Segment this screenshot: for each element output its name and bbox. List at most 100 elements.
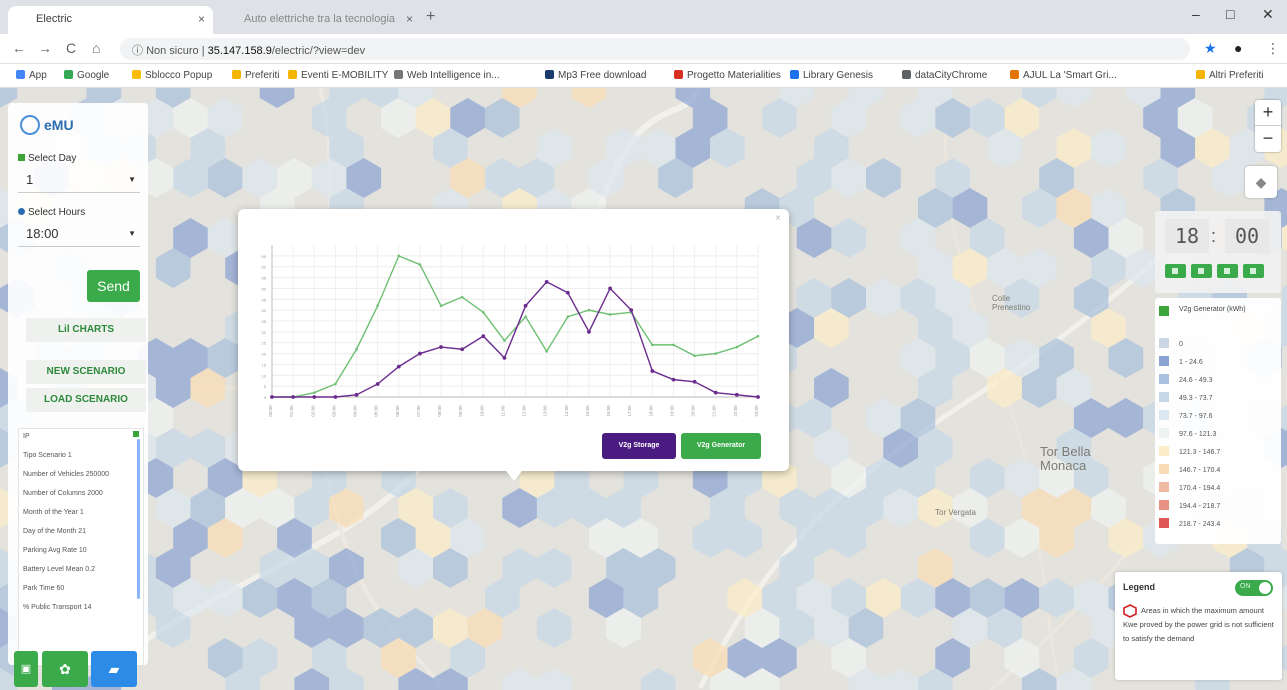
zoom-out-button[interactable]: − xyxy=(1255,126,1281,152)
time-prev-button[interactable] xyxy=(1165,264,1186,278)
checkbox-icon[interactable] xyxy=(133,431,139,437)
bookmark-item[interactable]: Web Intelligence in... xyxy=(394,70,500,81)
settings-button[interactable]: ✿ xyxy=(42,651,88,687)
new-scenario-button[interactable]: NEW SCENARIO xyxy=(26,360,146,384)
star-icon[interactable]: ★ xyxy=(1204,40,1217,57)
control-sidebar: eMU Select Day 1 ▼ Select Hours 18:00 ▼ Li… xyxy=(8,103,148,666)
bookmark-item[interactable]: Eventi E-MOBILITY xyxy=(288,70,388,81)
close-tab-icon[interactable]: × xyxy=(406,12,413,26)
series-point-0 xyxy=(714,352,718,355)
time-next-button[interactable] xyxy=(1243,264,1264,278)
map-hexagon[interactable] xyxy=(866,158,901,198)
home-button[interactable]: ⌂ xyxy=(92,40,100,56)
load-scenario-button[interactable]: LOAD SCENARIO xyxy=(26,388,146,412)
legend-bin: 73.7 - 97.6 xyxy=(1159,410,1212,420)
bookmark-item[interactable]: Sblocco Popup xyxy=(132,70,212,81)
minimize-button[interactable]: – xyxy=(1192,6,1200,22)
time-stop-button[interactable] xyxy=(1217,264,1238,278)
zoom-in-button[interactable]: + xyxy=(1255,100,1281,126)
map-hexagon[interactable] xyxy=(259,88,295,108)
layers-button[interactable]: ◆ xyxy=(1245,166,1277,198)
series-point-0 xyxy=(545,350,548,353)
legend-swatch xyxy=(1159,338,1169,348)
reload-button[interactable]: C xyxy=(66,40,76,56)
bookmark-item[interactable]: Progetto Materialities xyxy=(674,70,781,81)
series-point-0 xyxy=(756,334,760,338)
bookmarks-bar: App Google Sblocco Popup Preferiti Eventi E-… xyxy=(0,64,1287,88)
map-hexagon[interactable] xyxy=(502,668,537,690)
map-hexagon[interactable] xyxy=(571,88,607,108)
scenario-parameter-list[interactable]: IP Tipo Scenario 1 Number of Vehicles 2500… xyxy=(18,428,144,666)
bookmark-item[interactable]: App xyxy=(16,70,47,81)
series-point-0 xyxy=(524,315,527,318)
time-picker: 18 : 00 xyxy=(1155,211,1281,293)
legend-bin-label: 218.7 - 243.4 xyxy=(1179,521,1221,528)
v2g-storage-button[interactable]: V2g Storage xyxy=(602,433,676,459)
new-tab-button[interactable]: + xyxy=(426,8,435,26)
map-hexagon[interactable] xyxy=(1056,88,1092,108)
bookmark-label: Preferiti xyxy=(245,70,280,81)
time-play-button[interactable] xyxy=(1191,264,1212,278)
map-hexagon[interactable] xyxy=(536,608,572,648)
tab-electric[interactable]: Electric × xyxy=(8,6,213,34)
forward-button[interactable]: → xyxy=(38,40,52,56)
x-tick-label: 13:00 xyxy=(543,405,548,417)
car-icon: ▰ xyxy=(108,661,120,677)
bookmark-item[interactable]: Library Genesis xyxy=(790,70,873,81)
bookmark-icon xyxy=(232,70,241,79)
bookmark-item[interactable]: dataCityChrome xyxy=(902,70,987,81)
minute-field[interactable]: 00 xyxy=(1225,219,1269,253)
v2g-generator-button[interactable]: V2g Generator xyxy=(681,433,761,459)
add-button[interactable]: ▣ xyxy=(14,651,38,687)
map-hexagon[interactable] xyxy=(536,668,572,690)
menu-icon[interactable]: ⋮ xyxy=(1266,40,1280,57)
maximize-button[interactable]: □ xyxy=(1226,6,1234,22)
series-point-1 xyxy=(565,290,570,295)
layer-checkbox[interactable] xyxy=(1159,306,1169,316)
bookmark-item[interactable]: Preferiti xyxy=(232,70,279,81)
url-input[interactable]: ⓘ Non sicuro | 35.147.158.9/electric/?vi… xyxy=(120,38,1190,60)
back-button[interactable]: ← xyxy=(12,40,26,56)
parameter-row: % Public Transport 14 xyxy=(23,604,92,611)
vehicle-button[interactable]: ▰ xyxy=(91,651,137,687)
map-hexagon[interactable] xyxy=(866,278,901,318)
map-hexagon[interactable] xyxy=(1039,578,1074,618)
bookmark-item[interactable]: Altri Preferiti xyxy=(1196,70,1263,81)
legend-bin: 0 xyxy=(1159,338,1183,348)
tab-auto-elettriche[interactable]: Auto elettriche tra la tecnologia × xyxy=(216,6,421,34)
x-tick-label: 22:00 xyxy=(733,405,738,417)
legend-toggle[interactable]: ON xyxy=(1235,580,1273,596)
map-hexagon[interactable] xyxy=(883,668,918,690)
scrollbar[interactable] xyxy=(137,439,140,599)
send-button[interactable]: Send xyxy=(87,270,140,302)
parameter-row: Parking Avg Rate 10 xyxy=(23,547,87,554)
map-hexagon[interactable] xyxy=(1091,128,1126,168)
y-tick-label: 35 xyxy=(262,319,267,324)
legend-swatch xyxy=(1159,446,1169,456)
series-point-0 xyxy=(608,313,612,316)
map-hexagon[interactable] xyxy=(1108,398,1144,438)
legend-bin-label: 170.4 - 194.4 xyxy=(1179,485,1221,492)
map-hexagon[interactable] xyxy=(831,218,866,258)
series-point-0 xyxy=(418,263,422,266)
bookmark-item[interactable]: AJUL La 'Smart Gri... xyxy=(1010,70,1117,81)
bookmark-item[interactable]: Google xyxy=(64,70,109,81)
series-point-1 xyxy=(734,392,739,397)
series-point-1 xyxy=(756,395,760,399)
tab-title: Electric xyxy=(36,13,73,25)
y-tick-label: 10 xyxy=(262,373,267,378)
map-hexagon[interactable] xyxy=(1281,638,1287,678)
x-tick-label: 11:00 xyxy=(500,405,505,416)
account-icon[interactable]: ● xyxy=(1234,40,1242,56)
map-hexagon[interactable] xyxy=(207,578,243,618)
map-hexagon[interactable] xyxy=(640,668,676,690)
series-point-0 xyxy=(482,311,485,314)
hour-field[interactable]: 18 xyxy=(1165,219,1209,253)
day-select[interactable]: 1 ▼ xyxy=(18,167,140,193)
map-hexagon[interactable] xyxy=(536,548,572,588)
close-tab-icon[interactable]: × xyxy=(198,12,205,26)
close-window-button[interactable]: ✕ xyxy=(1262,6,1274,23)
bookmark-item[interactable]: Mp3 Free download xyxy=(545,70,646,81)
hours-select[interactable]: 18:00 ▼ xyxy=(18,221,140,247)
charts-button[interactable]: Lil CHARTS xyxy=(26,318,146,342)
